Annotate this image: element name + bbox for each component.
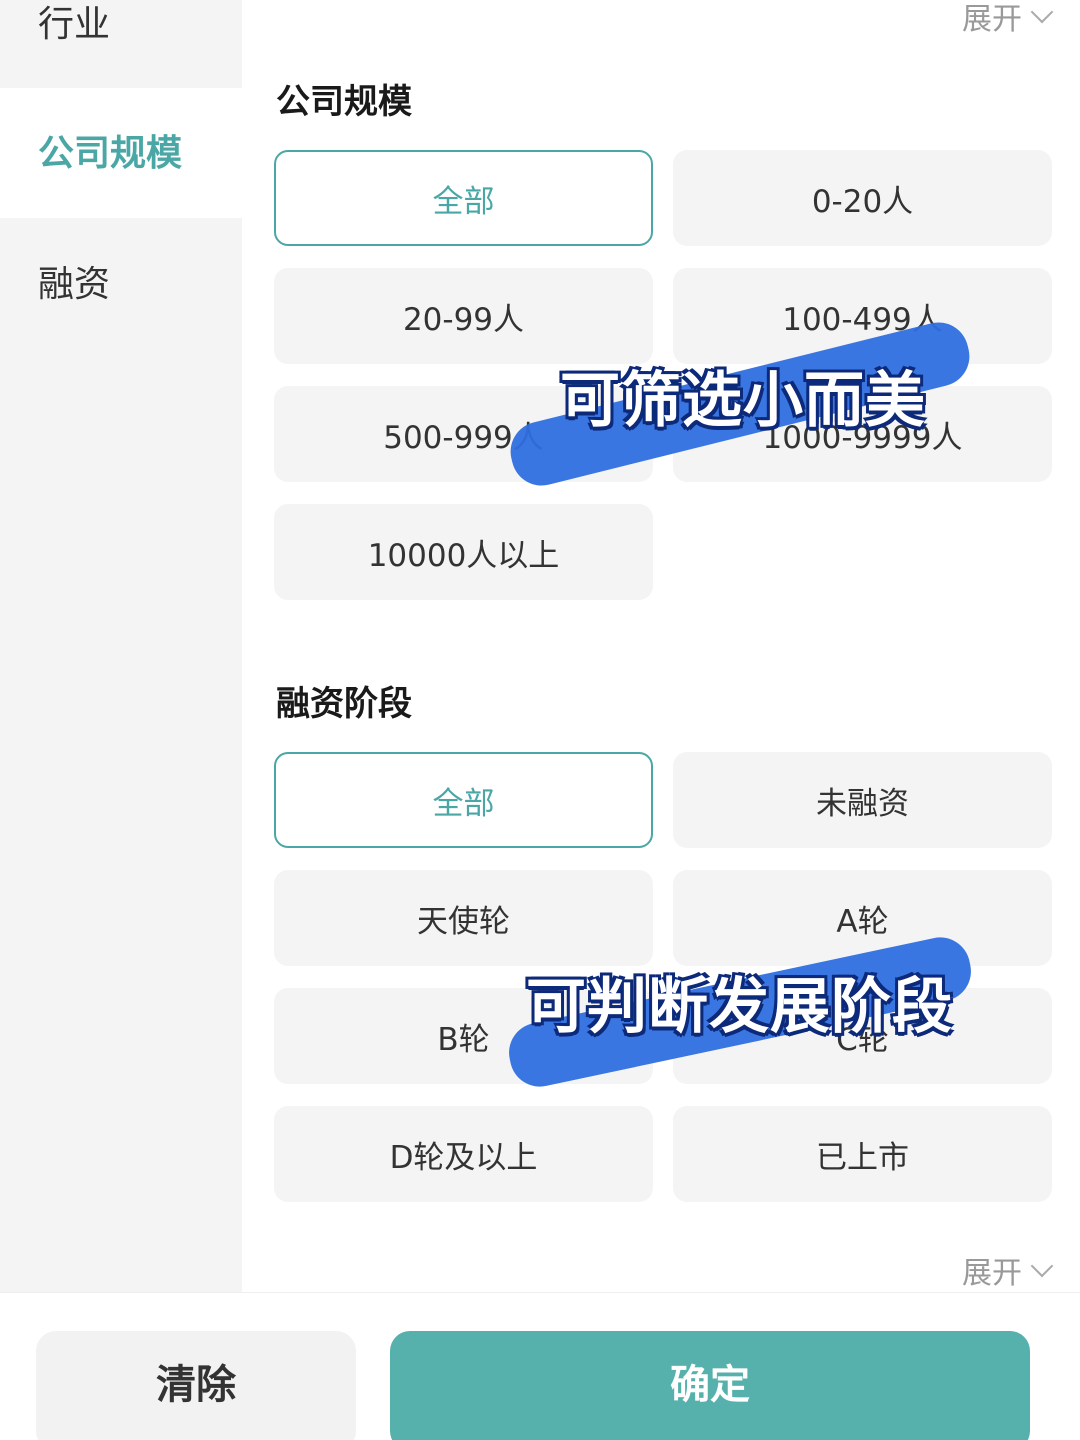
financing-stage-title: 融资阶段	[276, 684, 412, 724]
financing-option-unfunded[interactable]: 未融资	[673, 752, 1052, 848]
chevron-down-icon	[1030, 0, 1054, 24]
financing-option-d-plus[interactable]: D轮及以上	[274, 1106, 653, 1202]
filter-page: 行业 公司规模 融资 展开 公司规模 全部 0-20人 20-99人 100-4…	[0, 0, 1080, 1440]
clear-button[interactable]: 清除	[36, 1331, 356, 1440]
sidebar-item-financing[interactable]: 融资	[0, 218, 242, 352]
expand-label: 展开	[962, 2, 1022, 37]
financing-option-angel[interactable]: 天使轮	[274, 870, 653, 966]
action-bar: 清除 确定	[0, 1292, 1080, 1440]
overlay-caption: 可判断发展阶段	[526, 972, 953, 1042]
sidebar-item-company-size[interactable]: 公司规模	[0, 88, 242, 218]
expand-toggle-bottom[interactable]: 展开	[962, 1248, 1054, 1292]
chevron-down-icon	[1030, 1254, 1054, 1278]
sidebar-item-label: 融资	[38, 264, 111, 305]
expand-toggle-top[interactable]: 展开	[962, 0, 1054, 38]
expand-label: 展开	[962, 1256, 1022, 1291]
company-size-title: 公司规模	[276, 82, 412, 122]
financing-option-listed[interactable]: 已上市	[673, 1106, 1052, 1202]
financing-option-all[interactable]: 全部	[274, 752, 653, 848]
size-option-10000-plus[interactable]: 10000人以上	[274, 504, 653, 600]
confirm-button[interactable]: 确定	[390, 1331, 1030, 1440]
category-sidebar: 行业 公司规模 融资	[0, 0, 242, 1292]
sidebar-item-industry[interactable]: 行业	[0, 0, 242, 88]
size-option-all[interactable]: 全部	[274, 150, 653, 246]
size-option-20-99[interactable]: 20-99人	[274, 268, 653, 364]
sidebar-item-label: 公司规模	[38, 133, 183, 174]
overlay-caption: 可筛选小而美	[560, 366, 926, 436]
sidebar-item-label: 行业	[38, 4, 111, 45]
size-option-0-20[interactable]: 0-20人	[673, 150, 1052, 246]
financing-option-a-round[interactable]: A轮	[673, 870, 1052, 966]
